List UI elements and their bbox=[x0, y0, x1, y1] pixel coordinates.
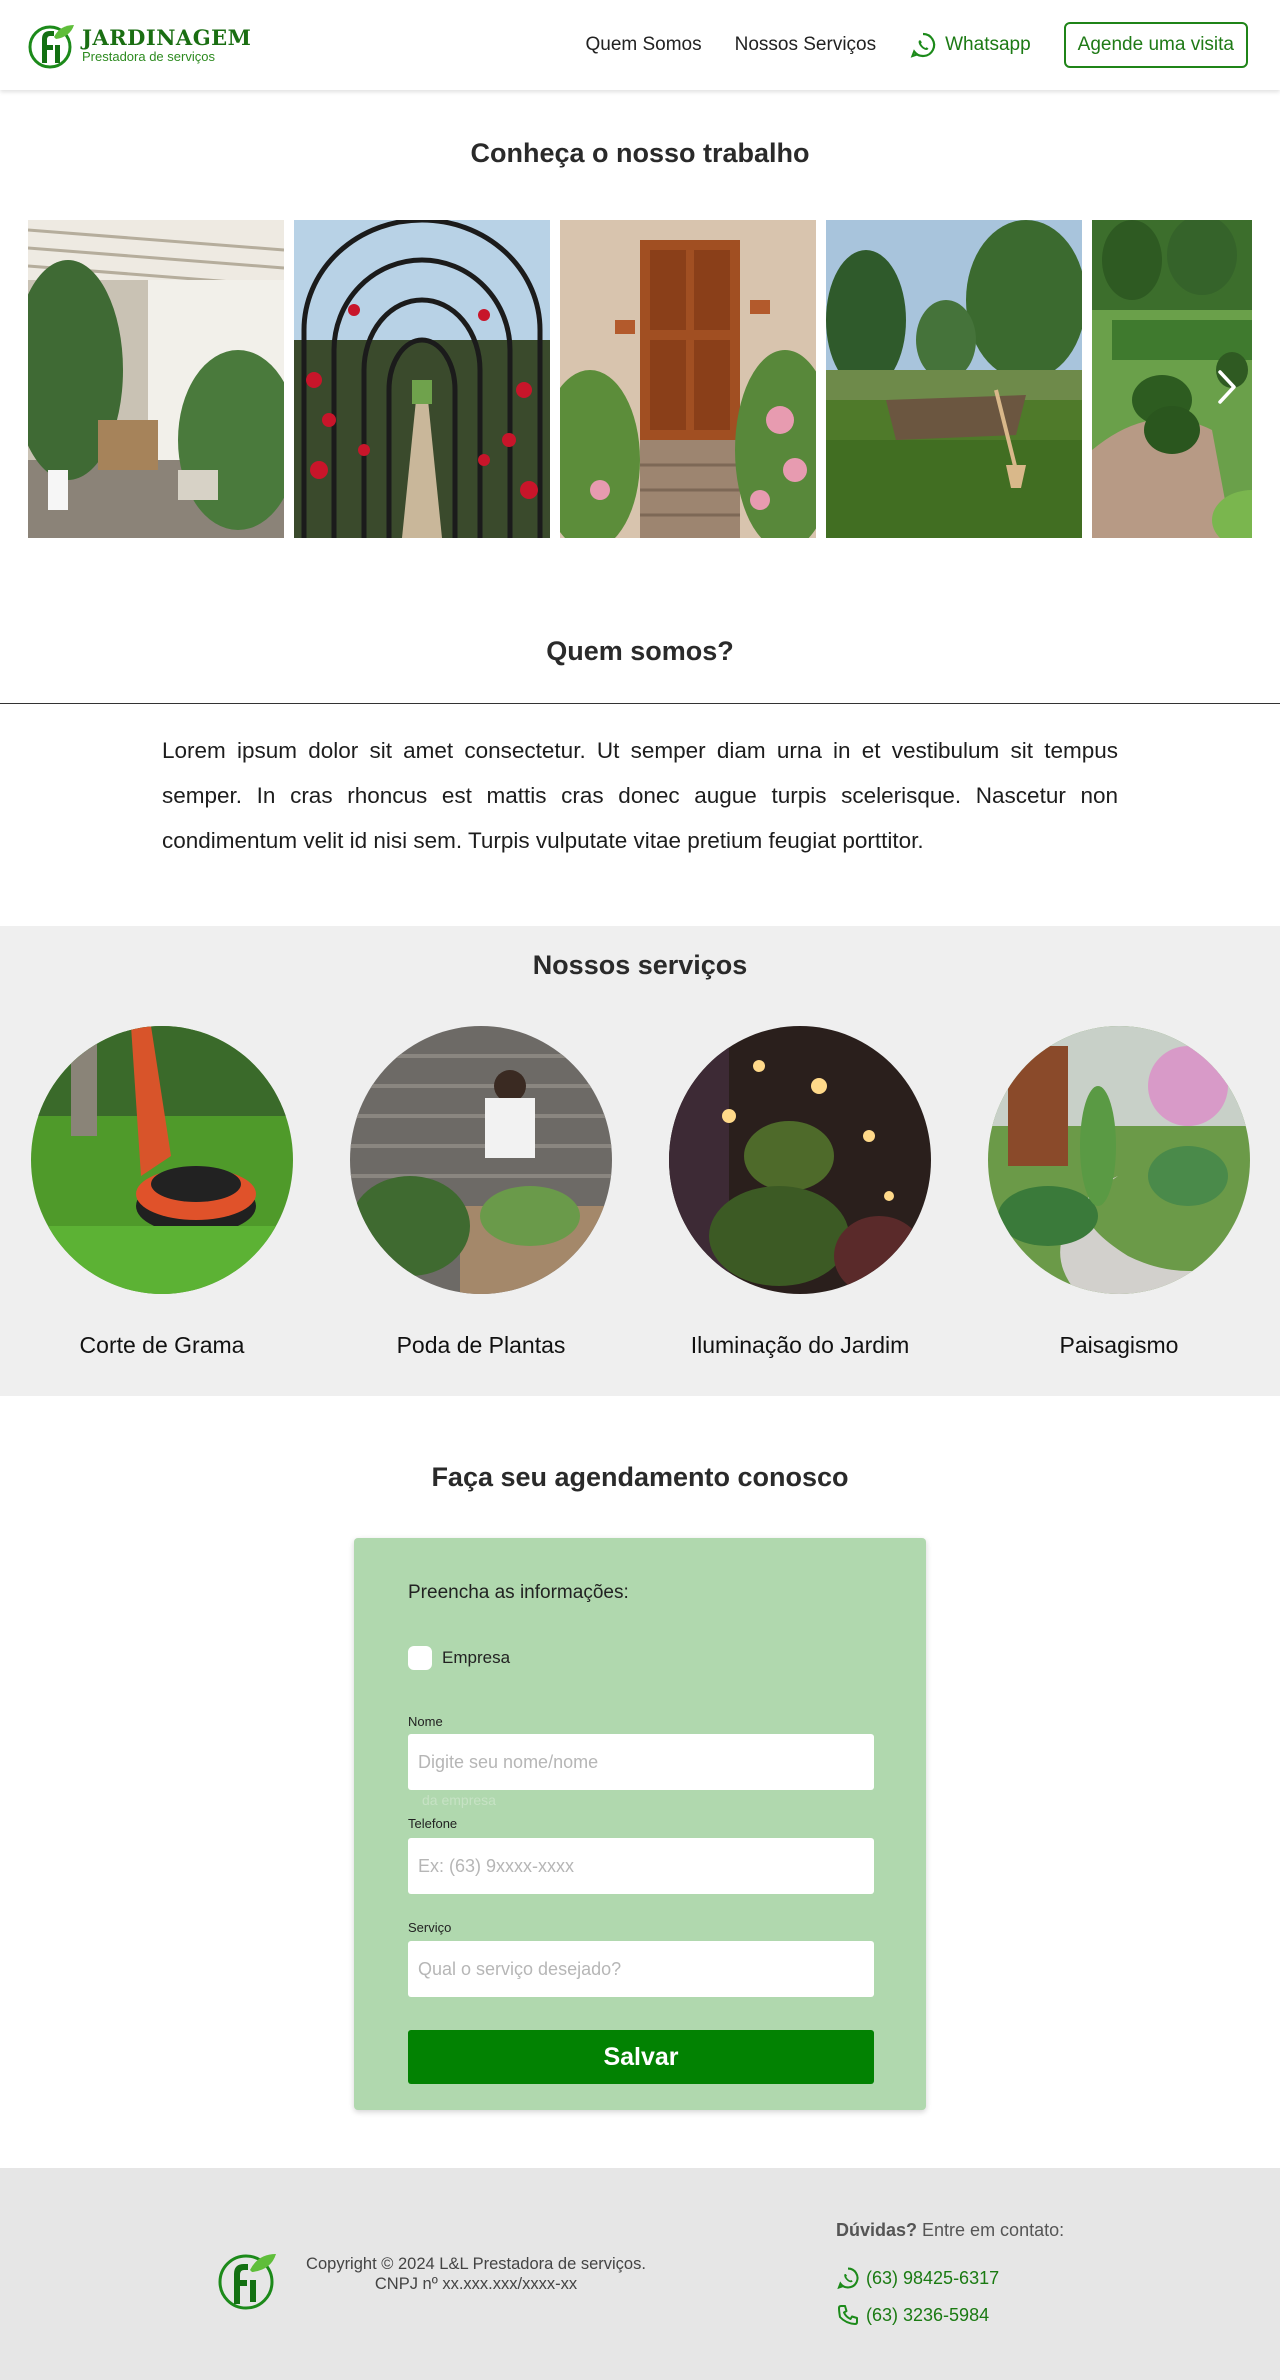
contact-title-rest: Entre em contato: bbox=[917, 2220, 1065, 2240]
contact-whatsapp[interactable]: (63) 98425-6317 bbox=[836, 2266, 999, 2290]
chevron-right-icon bbox=[1218, 370, 1236, 404]
logo-brand: JARDINAGEM bbox=[82, 25, 252, 50]
nav-nossos-servicos[interactable]: Nossos Serviços bbox=[735, 34, 877, 56]
copyright-block: Copyright © 2024 L&L Prestadora de servi… bbox=[296, 2254, 656, 2294]
gallery-title: Conheça o nosso trabalho bbox=[470, 138, 810, 168]
footer-logo-icon bbox=[218, 2254, 276, 2310]
phone-icon bbox=[838, 2305, 858, 2325]
nome-label: Nome bbox=[408, 1714, 443, 1729]
logo-leaf-icon bbox=[28, 25, 74, 69]
empresa-checkbox-label: Empresa bbox=[442, 1648, 511, 1667]
nav-whatsapp[interactable]: Whatsapp bbox=[909, 31, 1031, 59]
about-text: Lorem ipsum dolor sit amet consectetur. … bbox=[162, 738, 1118, 853]
service-label-lighting: Iluminação do Jardim bbox=[690, 1332, 910, 1358]
service-image-pruning bbox=[350, 1026, 612, 1294]
contact-phone[interactable]: (63) 3236-5984 bbox=[836, 2303, 989, 2327]
service-card-lighting[interactable]: Iluminação do Jardim bbox=[669, 1026, 931, 1359]
whatsapp-icon bbox=[837, 2267, 859, 2290]
form-section-title: Faça seu agendamento conosco bbox=[431, 1462, 849, 1492]
form-title: Preencha as informações: bbox=[408, 1582, 629, 1603]
site-header: JARDINAGEM Prestadora de serviços Quem S… bbox=[0, 0, 1280, 90]
services-title: Nossos serviços bbox=[532, 950, 748, 980]
nome-input[interactable] bbox=[408, 1734, 874, 1790]
whatsapp-icon bbox=[910, 32, 936, 58]
pergola-image bbox=[28, 220, 284, 538]
contact-whatsapp-number: (63) 98425-6317 bbox=[866, 2267, 1000, 2288]
logo[interactable]: JARDINAGEM Prestadora de serviços bbox=[26, 19, 251, 71]
copyright-text: Copyright © 2024 L&L Prestadora de servi… bbox=[306, 2255, 646, 2273]
service-label-pruning: Poda de Plantas bbox=[396, 1332, 566, 1358]
save-button[interactable]: Salvar bbox=[408, 2030, 874, 2084]
service-image-grass bbox=[31, 1026, 293, 1294]
contact-phone-number: (63) 3236-5984 bbox=[866, 2304, 990, 2325]
nav-quem-somos[interactable]: Quem Somos bbox=[585, 34, 701, 56]
service-card-landscaping[interactable]: Paisagismo bbox=[988, 1026, 1250, 1359]
logo-tagline: Prestadora de serviços bbox=[82, 49, 215, 64]
service-card-grass[interactable]: Corte de Grama bbox=[31, 1026, 293, 1359]
services-section: Nossos serviços Corte de Grama Poda de P… bbox=[0, 926, 1280, 1396]
nav-whatsapp-label: Whatsapp bbox=[945, 34, 1031, 55]
nome-ghost-text: da empresa bbox=[422, 1792, 496, 1808]
about-divider bbox=[0, 703, 1280, 704]
contact-title: Dúvidas? Entre em contato: bbox=[836, 2220, 1064, 2241]
cnpj-text: CNPJ nº xx.xxx.xxx/xxxx-xx bbox=[374, 2275, 578, 2293]
contact-title-bold: Dúvidas? bbox=[836, 2220, 918, 2240]
empresa-checkbox[interactable] bbox=[408, 1646, 432, 1670]
service-label-landscaping: Paisagismo bbox=[1059, 1332, 1179, 1358]
site-footer: Copyright © 2024 L&L Prestadora de servi… bbox=[0, 2168, 1280, 2380]
service-image-lighting bbox=[669, 1026, 931, 1294]
schedule-visit-button[interactable]: Agende uma visita bbox=[1063, 22, 1248, 68]
door-image bbox=[560, 220, 816, 538]
servico-label: Serviço bbox=[408, 1920, 452, 1935]
gallery-image-pergola[interactable] bbox=[28, 220, 284, 538]
service-label-grass: Corte de Grama bbox=[79, 1332, 245, 1358]
gallery-image-rose-arch[interactable] bbox=[294, 220, 550, 538]
rose-arch-image bbox=[294, 220, 550, 538]
lawn-rake-image bbox=[826, 220, 1082, 538]
servico-input[interactable] bbox=[408, 1941, 874, 1997]
telefone-input[interactable] bbox=[408, 1838, 874, 1894]
appointment-form: Preencha as informações: Empresa Nome da… bbox=[354, 1538, 926, 2110]
about-title: Quem somos? bbox=[546, 636, 734, 666]
main-nav: Quem Somos Nossos Serviços Whatsapp Agen… bbox=[585, 22, 1248, 68]
service-image-landscaping bbox=[988, 1026, 1250, 1294]
telefone-label: Telefone bbox=[408, 1816, 458, 1831]
empresa-checkbox-row[interactable]: Empresa bbox=[408, 1646, 510, 1670]
gallery-image-door[interactable] bbox=[560, 220, 816, 538]
service-card-pruning[interactable]: Poda de Plantas bbox=[350, 1026, 612, 1359]
gallery-next-button[interactable] bbox=[1212, 365, 1242, 409]
gallery-image-lawn[interactable] bbox=[826, 220, 1082, 538]
gallery-carousel bbox=[28, 220, 1252, 538]
